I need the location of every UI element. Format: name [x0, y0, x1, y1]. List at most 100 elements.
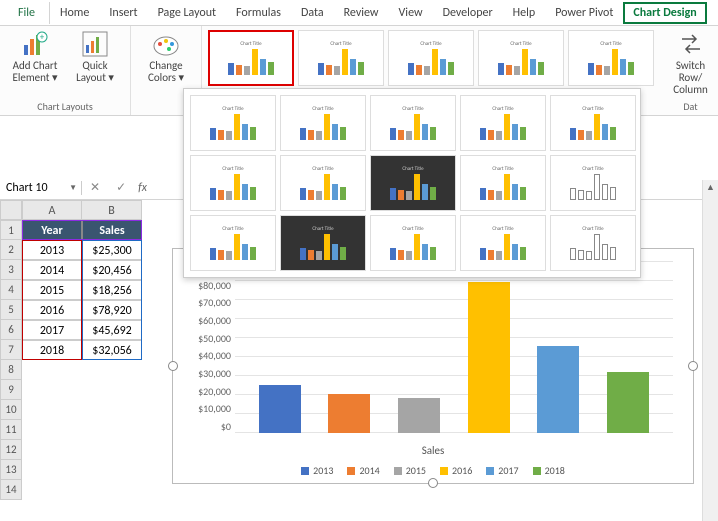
tab-data[interactable]: Data [291, 2, 334, 24]
select-all-corner[interactable] [0, 200, 22, 220]
table-cell[interactable]: 2015 [22, 280, 82, 300]
chart-style-option[interactable]: Chart Title [370, 215, 456, 271]
chart-style-option[interactable]: Chart Title [280, 95, 366, 151]
row-header[interactable]: 8 [0, 360, 22, 380]
chart-legend[interactable]: 2013 2014 2015 2016 2017 2018 [173, 464, 693, 477]
group-label-data: Dat [668, 98, 713, 113]
chart-style-option[interactable]: Chart Title [388, 30, 474, 86]
name-box[interactable]: Chart 10▼ [0, 181, 82, 195]
vertical-scrollbar[interactable]: ▲ [702, 180, 718, 521]
legend-item[interactable]: 2018 [533, 464, 565, 477]
tab-power-pivot[interactable]: Power Pivot [545, 2, 623, 24]
tab-help[interactable]: Help [503, 2, 546, 24]
chart-bar[interactable] [468, 282, 510, 433]
chart-style-option[interactable]: Chart Title [370, 95, 456, 151]
row-header[interactable]: 11 [0, 420, 22, 440]
chart-bar[interactable] [398, 398, 440, 433]
row-header[interactable]: 2 [0, 240, 22, 260]
legend-item[interactable]: 2016 [440, 464, 472, 477]
tab-home[interactable]: Home [50, 2, 99, 24]
chart-style-option[interactable]: Chart Title [478, 30, 564, 86]
chart-bar[interactable] [259, 385, 301, 433]
row-header[interactable]: 4 [0, 280, 22, 300]
chart-y-axis: $0$10,000$20,000$30,000$40,000$50,000$60… [181, 261, 231, 433]
table-cell[interactable]: 2018 [22, 340, 82, 360]
table-cell[interactable]: 2013 [22, 240, 82, 260]
chart-style-option[interactable]: Chart Title [550, 215, 636, 271]
row-header[interactable]: 5 [0, 300, 22, 320]
chart-style-option[interactable]: Chart Title [280, 215, 366, 271]
row-header[interactable]: 6 [0, 320, 22, 340]
quick-layout-button[interactable]: Quick Layout ▾ [68, 30, 122, 84]
tab-insert[interactable]: Insert [99, 2, 147, 24]
tab-chart-design[interactable]: Chart Design [623, 2, 706, 24]
row-header[interactable]: 12 [0, 440, 22, 460]
column-header[interactable]: A [22, 200, 82, 220]
palette-icon [152, 30, 180, 58]
chart-style-option[interactable]: Chart Title [460, 215, 546, 271]
row-header[interactable]: 13 [0, 460, 22, 480]
legend-item[interactable]: 2013 [301, 464, 333, 477]
table-cell[interactable]: $18,256 [82, 280, 142, 300]
legend-item[interactable]: 2015 [394, 464, 426, 477]
tab-formulas[interactable]: Formulas [226, 2, 291, 24]
table-header-cell[interactable]: Sales [82, 220, 142, 240]
chart-style-option[interactable]: Chart Title [298, 30, 384, 86]
change-colors-button[interactable]: Change Colors ▾ [139, 30, 193, 84]
table-cell[interactable]: 2014 [22, 260, 82, 280]
row-header[interactable]: 1 [0, 220, 22, 240]
table-cell[interactable]: $45,692 [82, 320, 142, 340]
add-chart-element-icon: + [21, 30, 49, 58]
chart-style-option[interactable]: Chart Title [280, 155, 366, 211]
embedded-chart[interactable]: $0$10,000$20,000$30,000$40,000$50,000$60… [172, 248, 694, 484]
switch-icon [677, 30, 705, 58]
row-header[interactable]: 14 [0, 480, 22, 500]
row-header[interactable]: 10 [0, 400, 22, 420]
table-cell[interactable]: $20,456 [82, 260, 142, 280]
tab-file[interactable]: File [8, 2, 50, 24]
chart-style-option[interactable]: Chart Title [190, 215, 276, 271]
table-cell[interactable]: $25,300 [82, 240, 142, 260]
table-cell[interactable]: 2017 [22, 320, 82, 340]
formula-cancel-icon: ✕ [82, 180, 108, 195]
chart-bar[interactable] [607, 372, 649, 433]
add-chart-element-button[interactable]: + Add Chart Element ▾ [8, 30, 62, 84]
tab-review[interactable]: Review [334, 2, 389, 24]
chart-plot-area[interactable] [235, 261, 673, 433]
legend-item[interactable]: 2014 [347, 464, 379, 477]
svg-text:+: + [40, 32, 45, 43]
chart-bar[interactable] [537, 346, 579, 433]
legend-item[interactable]: 2017 [486, 464, 518, 477]
ribbon-tabs: File Home Insert Page Layout Formulas Da… [0, 0, 718, 26]
fx-icon[interactable]: fx [134, 181, 147, 195]
tab-developer[interactable]: Developer [433, 2, 503, 24]
switch-row-column-button[interactable]: Switch Row/ Column [668, 30, 713, 96]
chart-style-option[interactable]: Chart Title [190, 155, 276, 211]
chart-style-option[interactable]: Chart Title [460, 95, 546, 151]
row-header[interactable]: 3 [0, 260, 22, 280]
table-cell[interactable]: $78,920 [82, 300, 142, 320]
group-chart-layouts: + Add Chart Element ▾ Quick Layout ▾ Cha… [0, 26, 131, 115]
chart-style-option[interactable]: Chart Title [568, 30, 654, 86]
chart-resize-handle[interactable] [428, 478, 438, 488]
chart-x-axis-title: Sales [173, 444, 693, 457]
table-header-cell[interactable]: Year [22, 220, 82, 240]
chart-style-option[interactable]: Chart Title [550, 155, 636, 211]
chart-resize-handle[interactable] [168, 361, 178, 371]
tab-view[interactable]: View [389, 2, 433, 24]
chart-styles-dropdown[interactable]: Chart TitleChart TitleChart TitleChart T… [183, 88, 641, 278]
chart-style-option[interactable]: Chart Title [370, 155, 456, 211]
chart-bar[interactable] [328, 394, 370, 433]
column-header[interactable]: B [82, 200, 142, 220]
chart-style-option[interactable]: Chart Title [550, 95, 636, 151]
table-cell[interactable]: $32,056 [82, 340, 142, 360]
table-cell[interactable]: 2016 [22, 300, 82, 320]
chart-style-option[interactable]: Chart Title [460, 155, 546, 211]
row-header[interactable]: 9 [0, 380, 22, 400]
chart-style-option[interactable]: Chart Title [190, 95, 276, 151]
tab-page-layout[interactable]: Page Layout [148, 2, 226, 24]
row-header[interactable]: 7 [0, 340, 22, 360]
chart-resize-handle[interactable] [688, 361, 698, 371]
scroll-up-icon[interactable]: ▲ [703, 180, 718, 195]
chart-style-option[interactable]: Chart Title [208, 30, 294, 86]
